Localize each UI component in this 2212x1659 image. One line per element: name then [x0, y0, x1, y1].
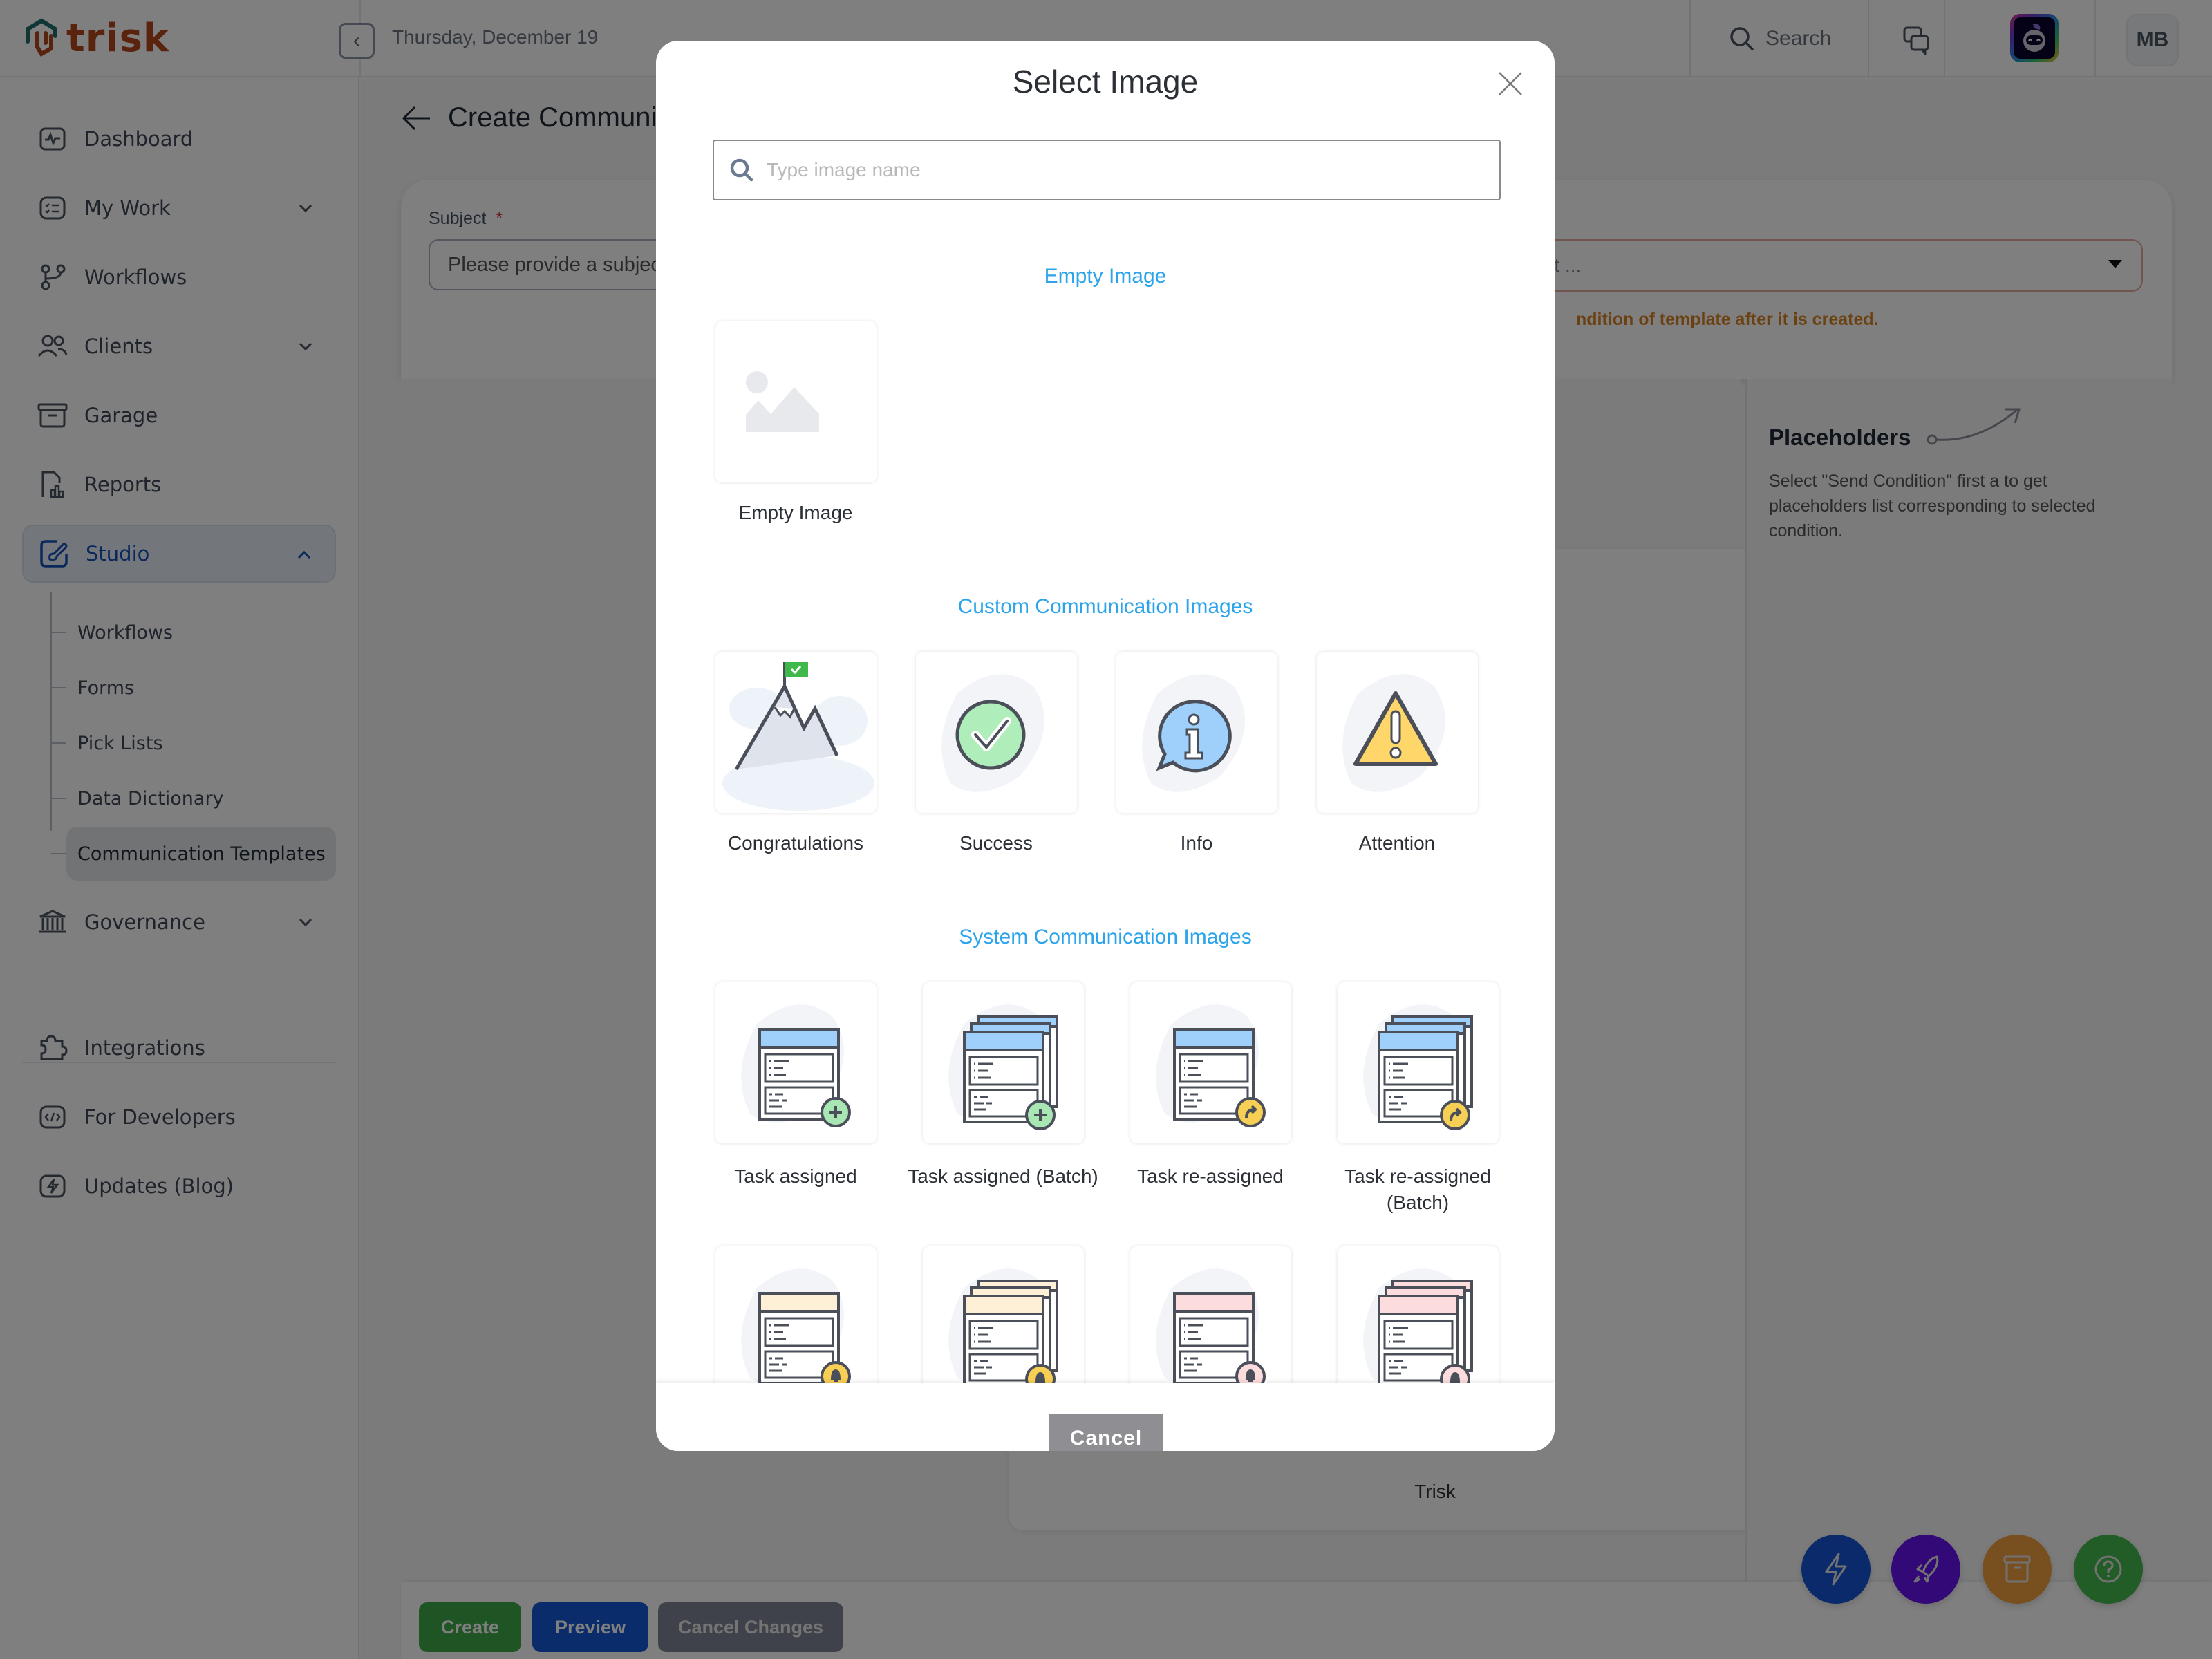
section-title-system-images: System Communication Images — [959, 926, 1252, 948]
select-image-modal: Select Image Empty Image Empty Image Cus… — [656, 41, 1555, 1451]
modal-footer: Cancel — [656, 1383, 1555, 1451]
image-option-label: Attention — [1358, 832, 1436, 854]
image-option-attention[interactable] — [1317, 652, 1478, 813]
image-placeholder-icon — [746, 371, 819, 432]
task-document-icon — [1156, 1268, 1266, 1383]
search-icon — [730, 158, 753, 182]
image-option-system-image-5[interactable] — [715, 1246, 877, 1383]
image-option-task-assigned[interactable] — [715, 982, 877, 1143]
image-option-label: Info — [1180, 832, 1213, 854]
image-option-label: Task re-assigned — [1137, 1165, 1284, 1187]
task-document-icon — [741, 1004, 851, 1127]
image-option-task-assigned-batch[interactable] — [923, 982, 1084, 1143]
task-document-icon — [1156, 1004, 1266, 1127]
section-title-empty-image: Empty Image — [1044, 265, 1167, 288]
image-option-empty-image[interactable] — [715, 321, 877, 482]
image-option-label: Task assigned — [734, 1165, 857, 1187]
image-option-success[interactable] — [916, 652, 1077, 813]
image-option-system-image-6[interactable] — [923, 1246, 1084, 1383]
section-title-custom-images: Custom Communication Images — [957, 595, 1253, 618]
image-option-congratulations[interactable] — [715, 652, 877, 813]
image-option-label: Task re-assigned (Batch) — [1344, 1165, 1491, 1213]
image-search-input[interactable] — [767, 159, 1458, 181]
image-search-field[interactable] — [713, 140, 1501, 200]
task-document-icon — [1363, 1004, 1473, 1130]
info-bubble-icon — [1142, 674, 1245, 792]
mountain-flag-icon — [722, 662, 874, 811]
modal-title: Select Image — [1012, 64, 1199, 100]
warning-triangle-icon — [1342, 674, 1445, 792]
image-option-info[interactable] — [1116, 652, 1277, 813]
task-document-icon — [948, 1268, 1058, 1383]
close-icon[interactable] — [1497, 70, 1524, 97]
cancel-button[interactable]: Cancel — [1049, 1414, 1163, 1451]
task-document-icon — [1363, 1268, 1473, 1383]
image-option-label: Success — [959, 832, 1033, 854]
image-option-task-re-assigned-batch[interactable] — [1338, 982, 1499, 1143]
image-option-system-image-8[interactable] — [1338, 1246, 1499, 1383]
image-option-label: Empty Image — [738, 502, 853, 523]
image-option-system-image-7[interactable] — [1130, 1246, 1291, 1383]
image-list-scroll[interactable]: Empty Image Empty Image Custom Communica… — [656, 221, 1555, 1383]
task-document-icon — [948, 1004, 1058, 1130]
image-option-label: Congratulations — [727, 832, 864, 854]
image-option-label: Task assigned (Batch) — [908, 1165, 1098, 1187]
image-option-task-re-assigned[interactable] — [1130, 982, 1291, 1143]
task-document-icon — [741, 1268, 851, 1383]
success-check-icon — [941, 674, 1044, 792]
